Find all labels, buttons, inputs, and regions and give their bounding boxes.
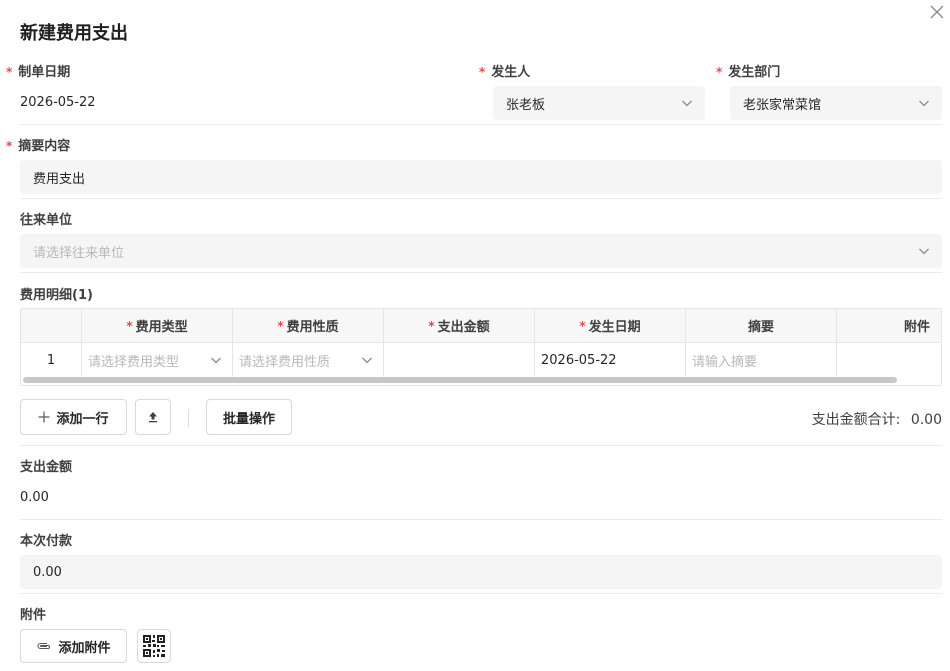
expense-amount-input[interactable] bbox=[384, 343, 535, 377]
column-header-date: * 发生日期 bbox=[535, 309, 686, 342]
total-amount: 支出金额合计: 0.00 bbox=[812, 409, 942, 429]
department-label: * 发生部门 bbox=[716, 61, 780, 80]
add-attachment-button[interactable]: 添加附件 bbox=[20, 629, 127, 663]
column-header-attachment: 附件 bbox=[837, 309, 941, 342]
details-table: * 费用类型 * 费用性质 * 支出金额 * 发生日期 摘要 附件 1 请选择费用类型 … bbox=[20, 308, 942, 386]
chevron-down-icon bbox=[919, 248, 929, 255]
date-value[interactable]: 2026-05-22 bbox=[20, 95, 96, 110]
upload-button[interactable] bbox=[135, 399, 171, 435]
column-header-type: * 费用类型 bbox=[82, 309, 233, 342]
divider bbox=[20, 593, 942, 594]
column-header-nature: * 费用性质 bbox=[233, 309, 384, 342]
column-header-amount: * 支出金额 bbox=[384, 309, 535, 342]
close-icon[interactable] bbox=[928, 3, 946, 21]
chevron-down-icon bbox=[682, 100, 692, 107]
person-label-text: 发生人 bbox=[491, 65, 531, 80]
dialog-title: 新建费用支出 bbox=[20, 23, 128, 44]
required-mark: * bbox=[579, 318, 586, 333]
summary-label-text: 摘要内容 bbox=[18, 139, 71, 154]
expense-type-select[interactable]: 请选择费用类型 bbox=[82, 343, 233, 377]
column-header-nature-text: 费用性质 bbox=[286, 320, 339, 335]
horizontal-scrollbar[interactable] bbox=[23, 377, 897, 383]
expense-summary-input[interactable]: 请输入摘要 bbox=[686, 343, 837, 377]
required-mark: * bbox=[716, 65, 723, 79]
date-label-text: 制单日期 bbox=[18, 65, 71, 80]
expense-nature-select[interactable]: 请选择费用性质 bbox=[233, 343, 384, 377]
batch-operation-button[interactable]: 批量操作 bbox=[206, 399, 292, 435]
date-label: * 制单日期 bbox=[6, 61, 70, 80]
divider bbox=[20, 272, 942, 273]
person-select[interactable]: 张老板 bbox=[493, 86, 705, 120]
table-row: 1 请选择费用类型 请选择费用性质 2026-05-22 请输入摘要 bbox=[21, 343, 941, 377]
total-label: 支出金额合计: bbox=[811, 412, 901, 428]
qr-code-icon bbox=[143, 635, 165, 657]
plus-icon bbox=[38, 411, 50, 423]
upload-icon bbox=[149, 412, 157, 423]
attachment-label: 附件 bbox=[20, 608, 47, 623]
table-header: * 费用类型 * 费用性质 * 支出金额 * 发生日期 摘要 附件 bbox=[21, 309, 941, 343]
column-header-amount-text: 支出金额 bbox=[437, 320, 490, 335]
required-mark: * bbox=[126, 318, 133, 333]
divider bbox=[20, 124, 942, 125]
column-header-type-text: 费用类型 bbox=[135, 320, 188, 335]
expense-nature-placeholder: 请选择费用性质 bbox=[239, 354, 331, 370]
column-header-date-text: 发生日期 bbox=[588, 320, 641, 335]
person-label: * 发生人 bbox=[479, 61, 530, 80]
amount-label: 支出金额 bbox=[20, 460, 73, 475]
partner-placeholder: 请选择往来单位 bbox=[33, 245, 125, 261]
payment-label: 本次付款 bbox=[20, 534, 73, 549]
partner-label: 往来单位 bbox=[20, 213, 73, 228]
qr-code-button[interactable] bbox=[137, 629, 171, 663]
expense-type-placeholder: 请选择费用类型 bbox=[88, 354, 180, 370]
chevron-down-icon bbox=[362, 357, 372, 364]
department-select[interactable]: 老张家常菜馆 bbox=[730, 86, 942, 120]
partner-select[interactable]: 请选择往来单位 bbox=[20, 234, 942, 268]
amount-value: 0.00 bbox=[20, 490, 49, 505]
required-mark: * bbox=[6, 65, 13, 79]
payment-value: 0.00 bbox=[33, 564, 62, 580]
add-row-button[interactable]: 添加一行 bbox=[20, 399, 127, 435]
expense-attachment-cell[interactable] bbox=[837, 343, 941, 377]
summary-label: * 摘要内容 bbox=[6, 135, 70, 154]
person-value: 张老板 bbox=[506, 97, 546, 113]
row-index: 1 bbox=[21, 343, 82, 377]
expense-summary-placeholder: 请输入摘要 bbox=[692, 354, 758, 370]
required-mark: * bbox=[277, 318, 284, 333]
department-value: 老张家常菜馆 bbox=[743, 97, 822, 113]
expense-date-input[interactable]: 2026-05-22 bbox=[535, 343, 686, 377]
payment-input[interactable]: 0.00 bbox=[20, 555, 942, 589]
paperclip-icon bbox=[37, 642, 51, 650]
column-header-summary: 摘要 bbox=[686, 309, 837, 342]
summary-input[interactable]: 费用支出 bbox=[20, 160, 942, 194]
department-label-text: 发生部门 bbox=[728, 65, 781, 80]
chevron-down-icon bbox=[211, 357, 221, 364]
divider bbox=[20, 445, 942, 446]
required-mark: * bbox=[428, 318, 435, 333]
column-header-index bbox=[21, 309, 82, 342]
details-label: 费用明细(1) bbox=[20, 288, 93, 303]
required-mark: * bbox=[479, 65, 486, 79]
add-attachment-label: 添加附件 bbox=[58, 640, 111, 656]
summary-value: 费用支出 bbox=[33, 171, 86, 187]
required-mark: * bbox=[6, 139, 13, 153]
add-row-label: 添加一行 bbox=[56, 411, 109, 427]
divider bbox=[20, 198, 942, 199]
chevron-down-icon bbox=[919, 100, 929, 107]
divider bbox=[20, 519, 942, 520]
total-value: 0.00 bbox=[910, 412, 942, 428]
toolbar-separator bbox=[188, 409, 189, 427]
